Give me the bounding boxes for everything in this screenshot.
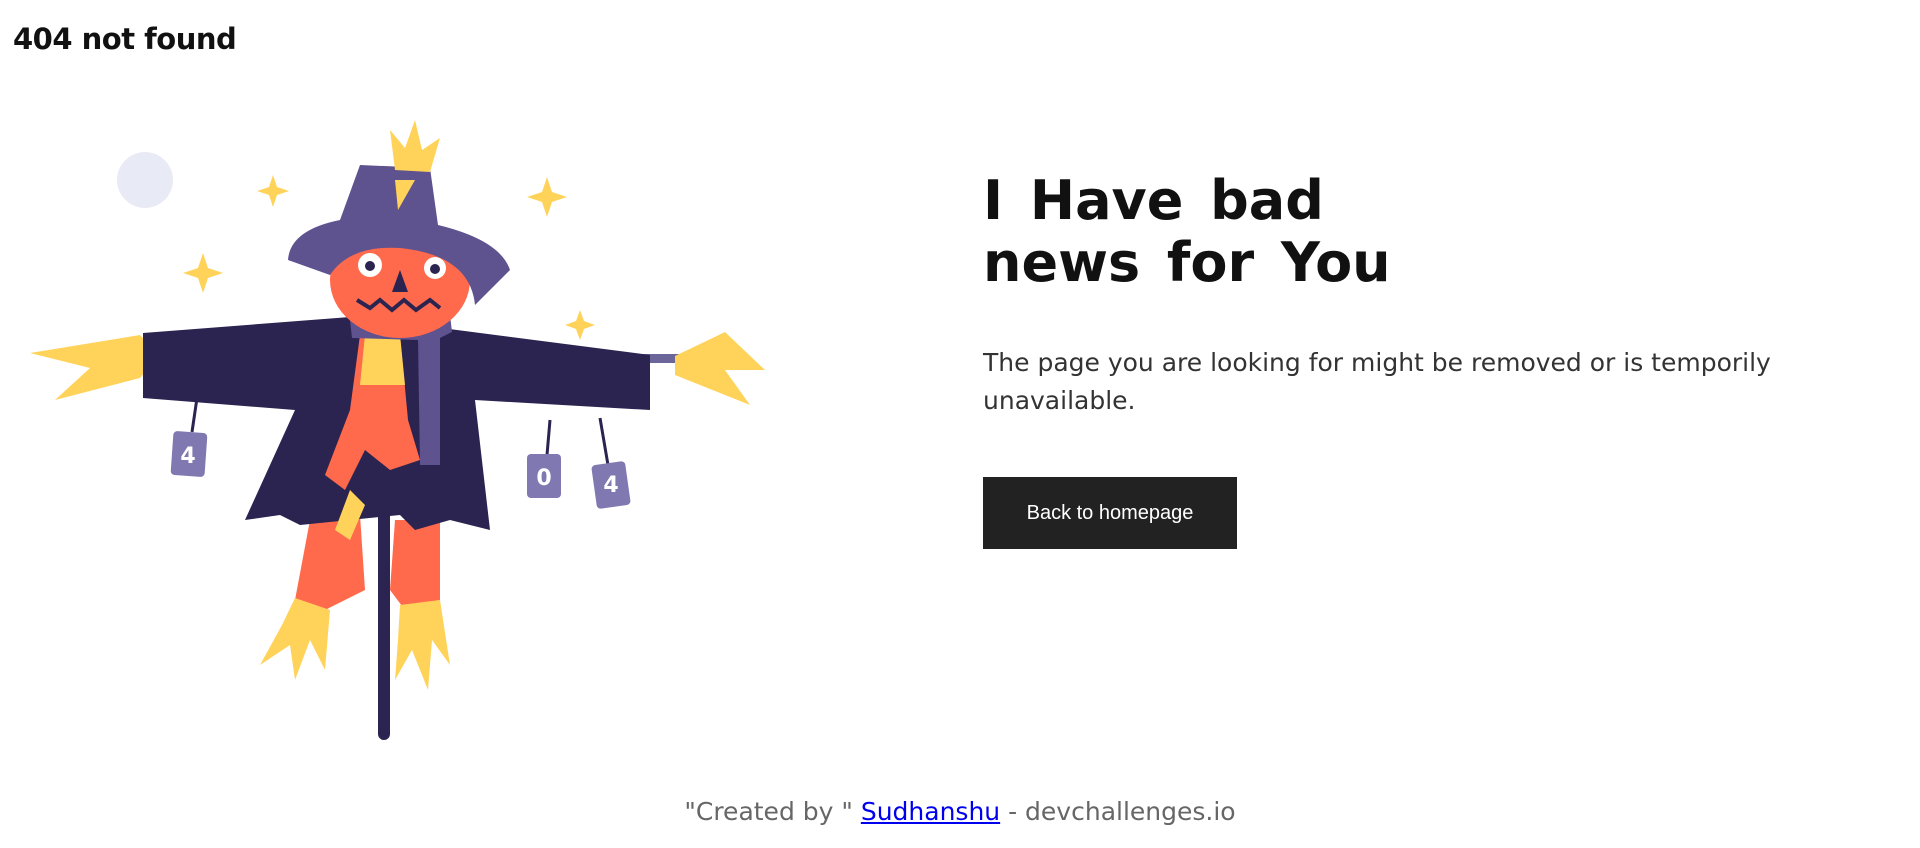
scarecrow-illustration: 4 0 4	[30, 120, 765, 740]
back-to-homepage-button[interactable]: Back to homepage	[983, 477, 1237, 549]
main-content: I Have bad news for You The page you are…	[983, 170, 1803, 549]
moon-icon	[117, 152, 173, 208]
site-title: 404 not found	[13, 22, 237, 56]
can-label: 4	[603, 473, 618, 498]
message-text: The page you are looking for might be re…	[983, 348, 1771, 415]
page: 404 not found 4 0 4 I Have bad news for …	[0, 0, 1920, 848]
can-label: 4	[180, 444, 195, 469]
footer-prefix: "Created by "	[684, 797, 853, 826]
footer: "Created by " Sudhanshu - devchallenges.…	[0, 797, 1920, 826]
headline: I Have bad news for You	[983, 169, 1391, 294]
footer-suffix: - devchallenges.io	[1008, 797, 1236, 826]
can-label: 0	[536, 466, 551, 491]
author-link[interactable]: Sudhanshu	[861, 797, 1000, 826]
